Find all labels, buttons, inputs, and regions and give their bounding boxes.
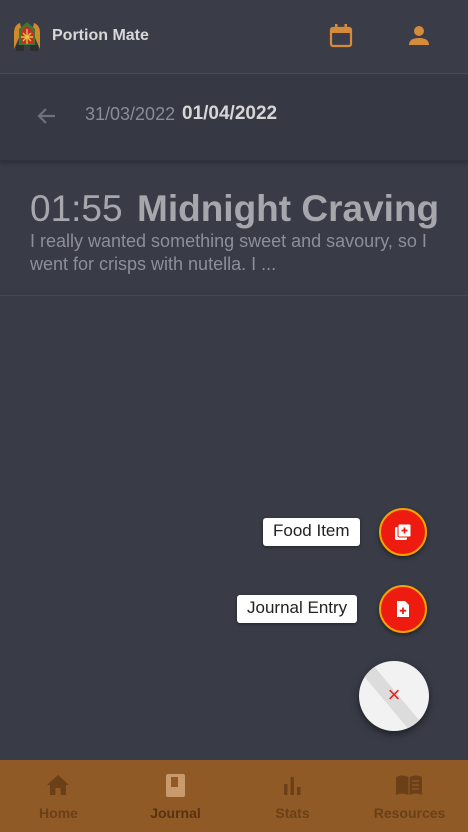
nav-resources-label: Resources [373,805,446,821]
nav-journal-label: Journal [150,805,201,821]
nav-stats[interactable]: Stats [234,760,351,832]
app-title: Portion Mate [52,27,149,44]
nav-home-label: Home [39,805,78,821]
nav-home[interactable]: Home [0,760,117,832]
journal-icon [166,774,185,797]
app-logo-icon [14,22,40,51]
person-icon[interactable] [405,22,433,50]
app-header: Portion Mate [0,0,468,74]
add-food-item-button[interactable] [379,508,427,556]
journal-entry-label[interactable]: Journal Entry [237,595,358,623]
bottom-navigation: Home Journal Stats Resources [0,760,468,832]
previous-date-link[interactable]: 31/03/2022 [85,104,175,125]
food-item-label[interactable]: Food Item [263,518,360,546]
nav-journal[interactable]: Journal [117,760,234,832]
entry-preview-text: I really wanted something sweet and savo… [30,231,427,274]
back-arrow-icon[interactable] [33,102,61,130]
close-speed-dial-button[interactable]: × [359,661,429,731]
close-icon: × [387,682,401,707]
nav-resources[interactable]: Resources [351,760,468,832]
add-journal-entry-button[interactable] [379,585,427,633]
entry-time: 01:55 [30,188,123,229]
current-date: 01/04/2022 [182,103,278,124]
add-library-icon [395,523,412,540]
stats-icon [284,777,301,795]
book-icon [396,775,422,795]
home-icon [47,775,69,795]
entry-title: Midnight Craving [137,188,440,229]
note-add-icon [397,601,409,617]
calendar-icon[interactable] [327,22,355,50]
nav-stats-label: Stats [275,805,310,821]
journal-entry-item[interactable]: 01:55 Midnight Craving I really wanted s… [0,162,468,296]
